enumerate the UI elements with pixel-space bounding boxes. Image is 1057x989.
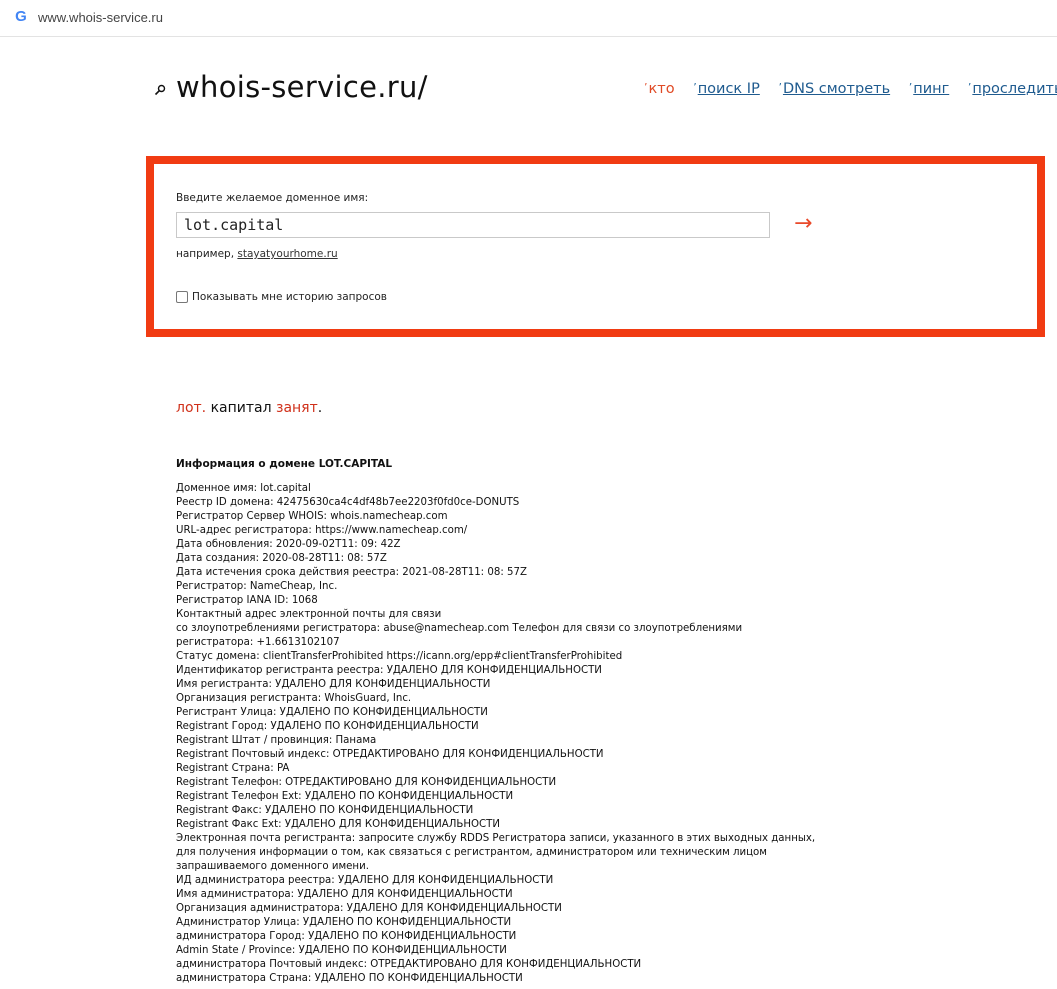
tick-icon: ʼ [778, 81, 782, 94]
whois-line: Организация администратора: УДАЛЕНО ДЛЯ … [176, 903, 562, 914]
whois-line: Дата создания: 2020-08-28T11: 08: 57Z [176, 553, 387, 564]
nav-item-trace[interactable]: ʼпроследить ма [968, 81, 1057, 97]
whois-line: Registrant Факс: УДАЛЕНО ПО КОНФИДЕНЦИАЛ… [176, 805, 474, 816]
whois-line: Registrant Телефон Ext: УДАЛЕНО ПО КОНФИ… [176, 791, 514, 802]
tick-icon: ʼ [644, 81, 648, 94]
domain-prompt-label: Введите желаемое доменное имя: [176, 192, 369, 204]
whois-line: Контактный адрес электронной почты для с… [176, 609, 442, 620]
domain-status: лот. капитал занят. [176, 400, 323, 416]
whois-line: регистратора: +1.6613102107 [176, 637, 340, 648]
whois-line: Администратор Улица: УДАЛЕНО ПО КОНФИДЕН… [176, 917, 512, 928]
whois-line: администратора Страна: УДАЛЕНО ПО КОНФИД… [176, 973, 523, 984]
whois-line: Registrant Почтовый индекс: ОТРЕДАКТИРОВ… [176, 749, 604, 760]
whois-line: Дата истечения срока действия реестра: 2… [176, 567, 527, 578]
whois-line: Имя администратора: УДАЛЕНО ДЛЯ КОНФИДЕН… [176, 889, 513, 900]
info-title: Информация о домене LOT.CAPITAL [176, 458, 393, 470]
history-label: Показывать мне историю запросов [192, 291, 387, 303]
submit-arrow-button[interactable]: → [794, 213, 812, 235]
whois-line: для получения информации о том, как связ… [176, 847, 767, 858]
example-text: например, stayatyourhome.ru [176, 248, 338, 260]
whois-line: Registrant Телефон: ОТРЕДАКТИРОВАНО ДЛЯ … [176, 777, 557, 788]
whois-line: Регистратор Сервер WHOIS: whois.namechea… [176, 511, 448, 522]
whois-line: Статус домена: clientTransferProhibited … [176, 651, 623, 662]
whois-line: Регистратор IANA ID: 1068 [176, 595, 318, 606]
nav-item-dns[interactable]: ʼDNS смотреть [778, 81, 890, 97]
example-link[interactable]: stayatyourhome.ru [237, 248, 337, 260]
whois-line: Registrant Штат / провинция: Панама [176, 735, 377, 746]
whois-line: Registrant Страна: PA [176, 763, 290, 774]
whois-line: администратора Почтовый индекс: ОТРЕДАКТ… [176, 959, 642, 970]
tick-icon: ʼ [693, 81, 697, 94]
whois-line: Идентификатор регистранта реестра: УДАЛЕ… [176, 665, 602, 676]
history-toggle[interactable]: Показывать мне историю запросов [176, 291, 387, 303]
whois-line: запрашиваемого доменного имени. [176, 861, 369, 872]
nav-item-ping[interactable]: ʼпинг [909, 81, 950, 97]
browser-address-bar[interactable]: G www.whois-service.ru [0, 0, 1057, 37]
domain-search-panel: Введите желаемое доменное имя: lot.capit… [146, 156, 1045, 337]
top-nav: ʼкто ʼпоиск IP ʼDNS смотреть ʼпинг ʼпрос… [644, 81, 1057, 97]
whois-line: Дата обновления: 2020-09-02T11: 09: 42Z [176, 539, 401, 550]
whois-line: администратора Город: УДАЛЕНО ПО КОНФИДЕ… [176, 931, 517, 942]
whois-line: Имя регистранта: УДАЛЕНО ДЛЯ КОНФИДЕНЦИА… [176, 679, 491, 690]
whois-line: со злоупотреблениями регистратора: abuse… [176, 623, 743, 634]
tick-icon: ʼ [908, 81, 913, 94]
whois-line: Электронная почта регистранта: запросите… [176, 833, 816, 844]
whois-line: Admin State / Province: УДАЛЕНО ПО КОНФИ… [176, 945, 507, 956]
whois-line: Реестр ID домена: 42475630ca4c4df48b7ee2… [176, 497, 520, 508]
google-icon: G [15, 8, 27, 25]
whois-line: Организация регистранта: WhoisGuard, Inc… [176, 693, 412, 704]
site-logo[interactable]: whois-service.ru/ [176, 70, 428, 104]
whois-line: Регистрант Улица: УДАЛЕНО ПО КОНФИДЕНЦИА… [176, 707, 488, 718]
whois-line: Registrant Факс Ext: УДАЛЕНО ДЛЯ КОНФИДЕ… [176, 819, 500, 830]
nav-item-ip-search[interactable]: ʼпоиск IP [693, 81, 760, 97]
nav-item-who[interactable]: ʼкто [644, 81, 675, 97]
whois-line: URL-адрес регистратора: https://www.name… [176, 525, 468, 536]
domain-input[interactable]: lot.capital [176, 212, 770, 238]
whois-line: Регистратор: NameCheap, Inc. [176, 581, 338, 592]
whois-record: Доменное имя: lot.capital Реестр ID домен… [176, 482, 815, 986]
history-checkbox[interactable] [176, 291, 188, 303]
whois-line: Registrant Город: УДАЛЕНО ПО КОНФИДЕНЦИА… [176, 721, 479, 732]
search-icon [154, 84, 166, 96]
url-text[interactable]: www.whois-service.ru [38, 10, 163, 25]
whois-line: ИД администратора реестра: УДАЛЕНО ДЛЯ К… [176, 875, 554, 886]
whois-line: Доменное имя: lot.capital [176, 483, 311, 494]
tick-icon: ʼ [967, 81, 972, 94]
